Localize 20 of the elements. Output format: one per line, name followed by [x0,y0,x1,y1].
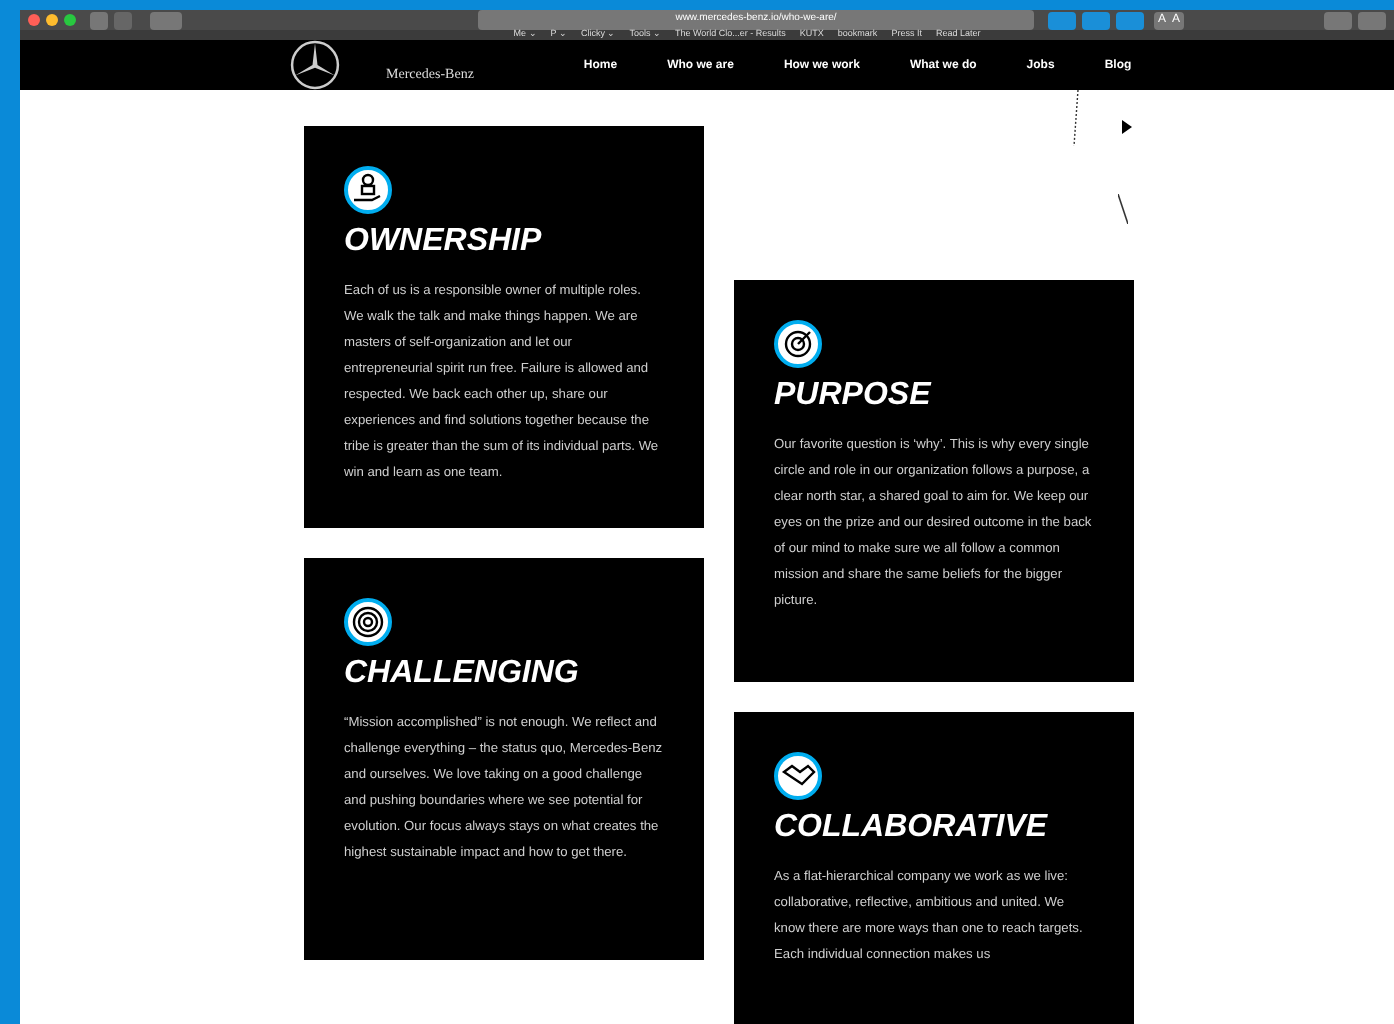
extension-icon[interactable] [1048,11,1076,29]
maze-icon [344,597,392,645]
card-title: OWNERSHIP [344,221,544,261]
cursor-icon [1122,119,1132,133]
target-icon [774,319,822,367]
card-title: CHALLENGING [344,653,581,693]
forward-button[interactable] [114,11,132,29]
share-button[interactable] [1358,11,1386,29]
extension-icon[interactable] [1082,11,1110,29]
card-title: COLLABORATIVE [774,807,1050,847]
extension-icon[interactable] [1116,11,1144,29]
slanted-line [1118,193,1128,223]
handshake-icon [774,751,822,799]
star-logo-icon [290,39,340,89]
sidebar-button[interactable] [150,11,182,29]
person-hand-icon [344,165,392,213]
back-button[interactable] [90,11,108,29]
download-button[interactable] [1324,11,1352,29]
dotted-line [1072,89,1080,145]
card-title: PURPOSE [774,375,934,415]
